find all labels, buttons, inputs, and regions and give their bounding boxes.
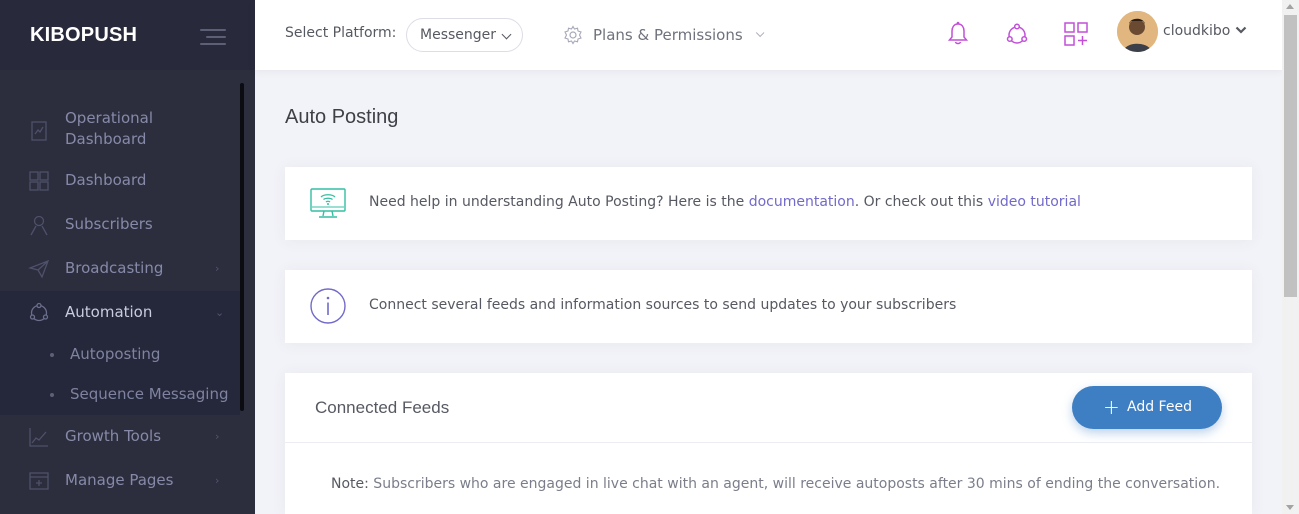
platform-select-value: Messenger [420, 27, 497, 43]
sidebar-item-label: Automation [65, 303, 153, 321]
sidebar-item-label: Dashboard [65, 130, 147, 148]
help-text-start: Need help in understanding Auto Posting?… [369, 194, 749, 210]
share-network-icon[interactable] [1003, 20, 1031, 48]
chevron-down-icon: ⌄ [215, 306, 225, 319]
chevron-down-icon [755, 28, 765, 38]
note-text: Subscribers who are engaged in live chat… [368, 476, 1221, 492]
notification-bell-icon[interactable] [944, 20, 972, 48]
sidebar-item-manage-pages[interactable]: Manage Pages › [0, 470, 240, 492]
gear-icon [564, 25, 582, 45]
chevron-right-icon: › [215, 262, 220, 275]
connected-feeds-card: Connected Feeds + Add Feed Note: Subscri… [285, 373, 1252, 514]
sidebar-subitem-label: Sequence Messaging [70, 385, 229, 403]
scroll-down-arrow-icon[interactable] [1286, 505, 1294, 510]
scroll-up-arrow-icon[interactable] [1286, 4, 1294, 9]
sidebar-item-label: Subscribers [65, 215, 153, 233]
sidebar-subitem-autoposting[interactable]: Autoposting [0, 335, 240, 375]
help-card: Need help in understanding Auto Posting?… [285, 167, 1252, 240]
video-tutorial-link[interactable]: video tutorial [988, 194, 1081, 210]
note-label: Note: [331, 476, 369, 492]
platform-select[interactable]: Messenger [406, 18, 523, 52]
divider [285, 442, 1252, 443]
help-text: Need help in understanding Auto Posting?… [369, 194, 1081, 210]
page-scrollbar[interactable] [1282, 0, 1299, 514]
connected-feeds-title: Connected Feeds [315, 398, 450, 417]
sidebar-item-subscribers[interactable]: Subscribers [0, 214, 240, 236]
avatar[interactable] [1117, 11, 1158, 52]
sidebar-scrollbar[interactable] [240, 83, 244, 411]
sidebar-item-label: Dashboard [65, 171, 147, 189]
paper-plane-icon [28, 259, 50, 279]
sidebar-item-operational-dashboard[interactable]: Operational Dashboard [0, 108, 240, 153]
brand-logo[interactable]: KIBOPUSH [30, 24, 137, 47]
chevron-right-icon: › [215, 430, 220, 443]
menu-toggle-icon[interactable] [198, 27, 226, 45]
growth-chart-icon [29, 428, 48, 447]
info-text: Connect several feeds and information so… [369, 297, 957, 313]
add-feed-button[interactable]: + Add Feed [1072, 386, 1222, 429]
chevron-down-icon[interactable] [1235, 25, 1247, 35]
bullet-icon [50, 393, 54, 397]
sidebar-item-broadcasting[interactable]: Broadcasting › [0, 258, 240, 280]
chevron-right-icon: › [215, 474, 220, 487]
sidebar: KIBOPUSH Operational Dashboard Dashboard [0, 0, 255, 514]
automation-cycle-icon [29, 302, 49, 322]
sidebar-subitem-label: Autoposting [70, 345, 161, 363]
brand-bar: KIBOPUSH [0, 0, 255, 70]
page-title: Auto Posting [285, 106, 399, 128]
scrollbar-thumb[interactable] [1284, 15, 1297, 297]
apps-add-icon[interactable] [1062, 20, 1090, 48]
add-feed-label: Add Feed [1127, 399, 1192, 415]
sidebar-item-dashboard[interactable]: Dashboard [0, 170, 240, 192]
username[interactable]: cloudkibo [1163, 23, 1230, 39]
platform-label: Select Platform: [285, 25, 397, 41]
sidebar-subitem-sequence-messaging[interactable]: Sequence Messaging [0, 375, 240, 415]
bullet-icon [50, 353, 54, 357]
report-icon [31, 121, 47, 141]
add-page-icon [29, 472, 49, 490]
plus-icon: + [1103, 395, 1120, 419]
monitor-wifi-icon [310, 188, 346, 218]
plans-permissions-label: Plans & Permissions [593, 26, 743, 44]
info-card: Connect several feeds and information so… [285, 270, 1252, 343]
autopost-note: Note: Subscribers who are engaged in liv… [331, 476, 1220, 492]
chevron-down-icon [501, 29, 512, 40]
sidebar-item-automation[interactable]: Automation ⌄ [0, 291, 240, 335]
help-text-middle: . Or check out this [854, 194, 988, 210]
user-avatar-icon [1117, 11, 1158, 52]
sidebar-item-label: Broadcasting [65, 259, 164, 277]
top-header: Select Platform: Messenger Plans & Permi… [255, 0, 1282, 70]
user-icon [30, 215, 48, 236]
sidebar-item-growth-tools[interactable]: Growth Tools › [0, 426, 240, 448]
sidebar-item-label: Operational [65, 109, 154, 127]
grid-icon [29, 171, 49, 191]
info-icon [310, 288, 346, 324]
documentation-link[interactable]: documentation [749, 194, 855, 210]
sidebar-item-label: Growth Tools [65, 427, 162, 445]
plans-permissions-dropdown[interactable]: Plans & Permissions [563, 24, 765, 46]
sidebar-item-label: Manage Pages [65, 471, 174, 489]
